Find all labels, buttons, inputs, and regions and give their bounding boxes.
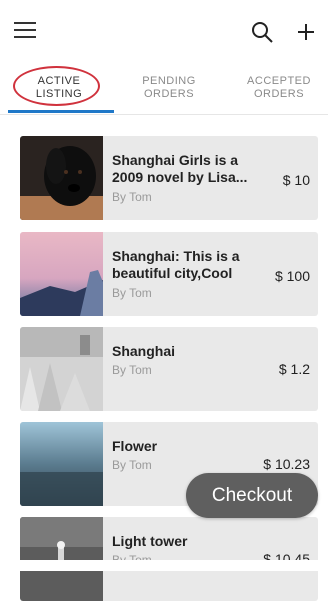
checkout-button[interactable]: Checkout	[186, 473, 318, 518]
listing-thumbnail	[20, 422, 103, 506]
tab-label: ACCEPTED ORDERS	[247, 75, 311, 100]
listing-title: Flower	[112, 438, 158, 454]
tab-accepted-orders[interactable]: ACCEPTED ORDERS	[224, 62, 328, 114]
listing-card[interactable]: Shanghai By Tom $ 1.2	[20, 327, 318, 411]
search-icon[interactable]	[250, 20, 274, 44]
app-header	[0, 0, 328, 62]
bottom-edge	[0, 560, 328, 571]
listing-title: Light tower	[112, 533, 188, 549]
listing-card[interactable]: Light tower By Tom $ 10.45	[20, 517, 318, 601]
listing-thumbnail	[20, 232, 103, 316]
listing-card[interactable]: Shanghai: This is a beautiful city,Cool …	[20, 232, 318, 316]
listing-author: By Tom	[112, 286, 152, 300]
listing-price: $ 10	[282, 172, 310, 188]
listing-thumbnail	[20, 327, 103, 411]
tab-pending-orders[interactable]: PENDING ORDERS	[114, 62, 224, 114]
active-tab-indicator	[8, 110, 114, 113]
highlight-circle-annotation	[13, 66, 100, 106]
listing-title: Shanghai	[112, 343, 176, 359]
tab-label: PENDING ORDERS	[142, 75, 196, 100]
listing-price: $ 10.23	[263, 456, 310, 472]
listing-title: Shanghai Girls is a 2009 novel by Lisa..…	[112, 152, 248, 185]
hamburger-menu-icon[interactable]	[14, 22, 38, 40]
listing-thumbnail	[20, 136, 103, 220]
listing-title: Shanghai: This is a beautiful city,Cool	[112, 248, 240, 281]
plus-icon[interactable]	[294, 20, 318, 44]
listing-thumbnail	[20, 517, 103, 601]
listing-author: By Tom	[112, 458, 152, 472]
listing-author: By Tom	[112, 363, 152, 377]
listing-price: $ 1.2	[278, 361, 310, 377]
listing-author: By Tom	[112, 190, 152, 204]
listing-card[interactable]: Shanghai Girls is a 2009 novel by Lisa..…	[20, 136, 318, 220]
listing-price: $ 100	[274, 268, 310, 284]
